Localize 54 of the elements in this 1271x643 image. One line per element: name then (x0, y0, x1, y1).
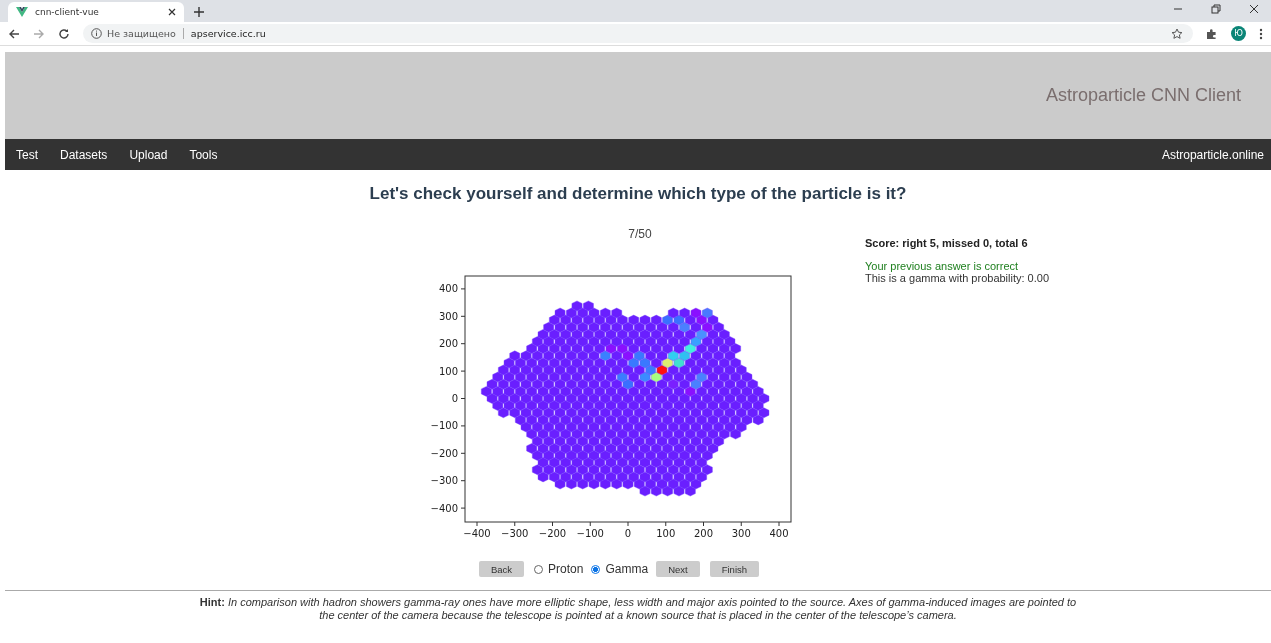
address-field[interactable]: Не защищено apservice.icc.ru (83, 24, 1193, 43)
back-arrow-icon[interactable] (8, 27, 20, 40)
nav-link[interactable]: Test (5, 147, 49, 162)
y-tick-label: 400 (438, 283, 458, 295)
y-tick-label: 0 (451, 393, 458, 404)
progress-counter: 7/50 (628, 227, 652, 241)
y-tick-label: −400 (430, 502, 458, 514)
browser-tab[interactable]: cnn-client-vue (8, 2, 184, 22)
new-tab-icon[interactable] (194, 7, 204, 17)
finish-button[interactable]: Finish (709, 561, 760, 577)
security-label: Не защищено (107, 28, 176, 39)
radio-button[interactable] (591, 564, 601, 574)
radio-option[interactable]: Proton (534, 562, 584, 576)
radio-option[interactable]: Gamma (591, 562, 649, 576)
tab-title: cnn-client-vue (35, 7, 100, 17)
radio-button[interactable] (534, 564, 544, 574)
site-link[interactable]: Astroparticle.online (1150, 147, 1264, 162)
next-button[interactable]: Next (656, 561, 700, 577)
y-tick-label: 300 (438, 310, 458, 322)
hint-text: Hint: In comparison with hadron showers gamma-ray ones have more elliptic shape, less width and major axis pointed to the source. Axes of gamma-induced images are pointed to the center of the camera because the telescope is pointed at a known source that is placed in the center of the telescope’s camera. (198, 596, 1078, 622)
app-title: Astroparticle CNN Client (1045, 85, 1241, 106)
y-tick-label: −300 (430, 475, 458, 487)
x-tick-label: 300 (731, 528, 751, 539)
y-tick-label: 100 (438, 365, 458, 377)
page-heading: Let's check yourself and determine which type of the particle is it? (368, 184, 908, 204)
more-icon[interactable] (1259, 27, 1263, 40)
x-tick-label: −400 (463, 528, 491, 539)
x-tick-label: −100 (576, 528, 604, 539)
y-tick-label: −200 (430, 447, 458, 459)
answer-feedback: Your previous answer is correct (865, 260, 1020, 272)
x-tick-label: −200 (538, 528, 567, 539)
back-button[interactable]: Back (478, 561, 525, 577)
restore-icon[interactable] (1211, 4, 1221, 14)
x-tick-label: 0 (624, 528, 632, 539)
url-text: apservice.icc.ru (190, 28, 267, 39)
score-summary: Score: right 5, missed 0, total 6 (865, 237, 1029, 249)
puzzle-icon[interactable] (1206, 27, 1218, 40)
y-tick-label: −100 (430, 420, 458, 432)
x-tick-label: 200 (693, 528, 714, 539)
nav-link[interactable]: Datasets (49, 147, 119, 162)
y-tick-label: 200 (438, 338, 458, 350)
nav-link[interactable]: Tools (178, 147, 229, 162)
v-logo-icon (16, 7, 28, 17)
probability-text: This is a gamma with probability: 0.00 (865, 272, 1050, 284)
reload-icon[interactable] (58, 27, 70, 40)
x-tick-label: 100 (656, 528, 676, 539)
profile-avatar[interactable]: Ю (1231, 26, 1246, 41)
x-tick-label: 400 (769, 528, 789, 539)
close-icon[interactable] (168, 8, 176, 16)
x-tick-label: −300 (501, 528, 529, 539)
star-icon[interactable] (1171, 27, 1183, 40)
nav-link[interactable]: Upload (118, 147, 179, 162)
info-icon (91, 28, 102, 39)
close-icon[interactable] (1249, 4, 1259, 14)
